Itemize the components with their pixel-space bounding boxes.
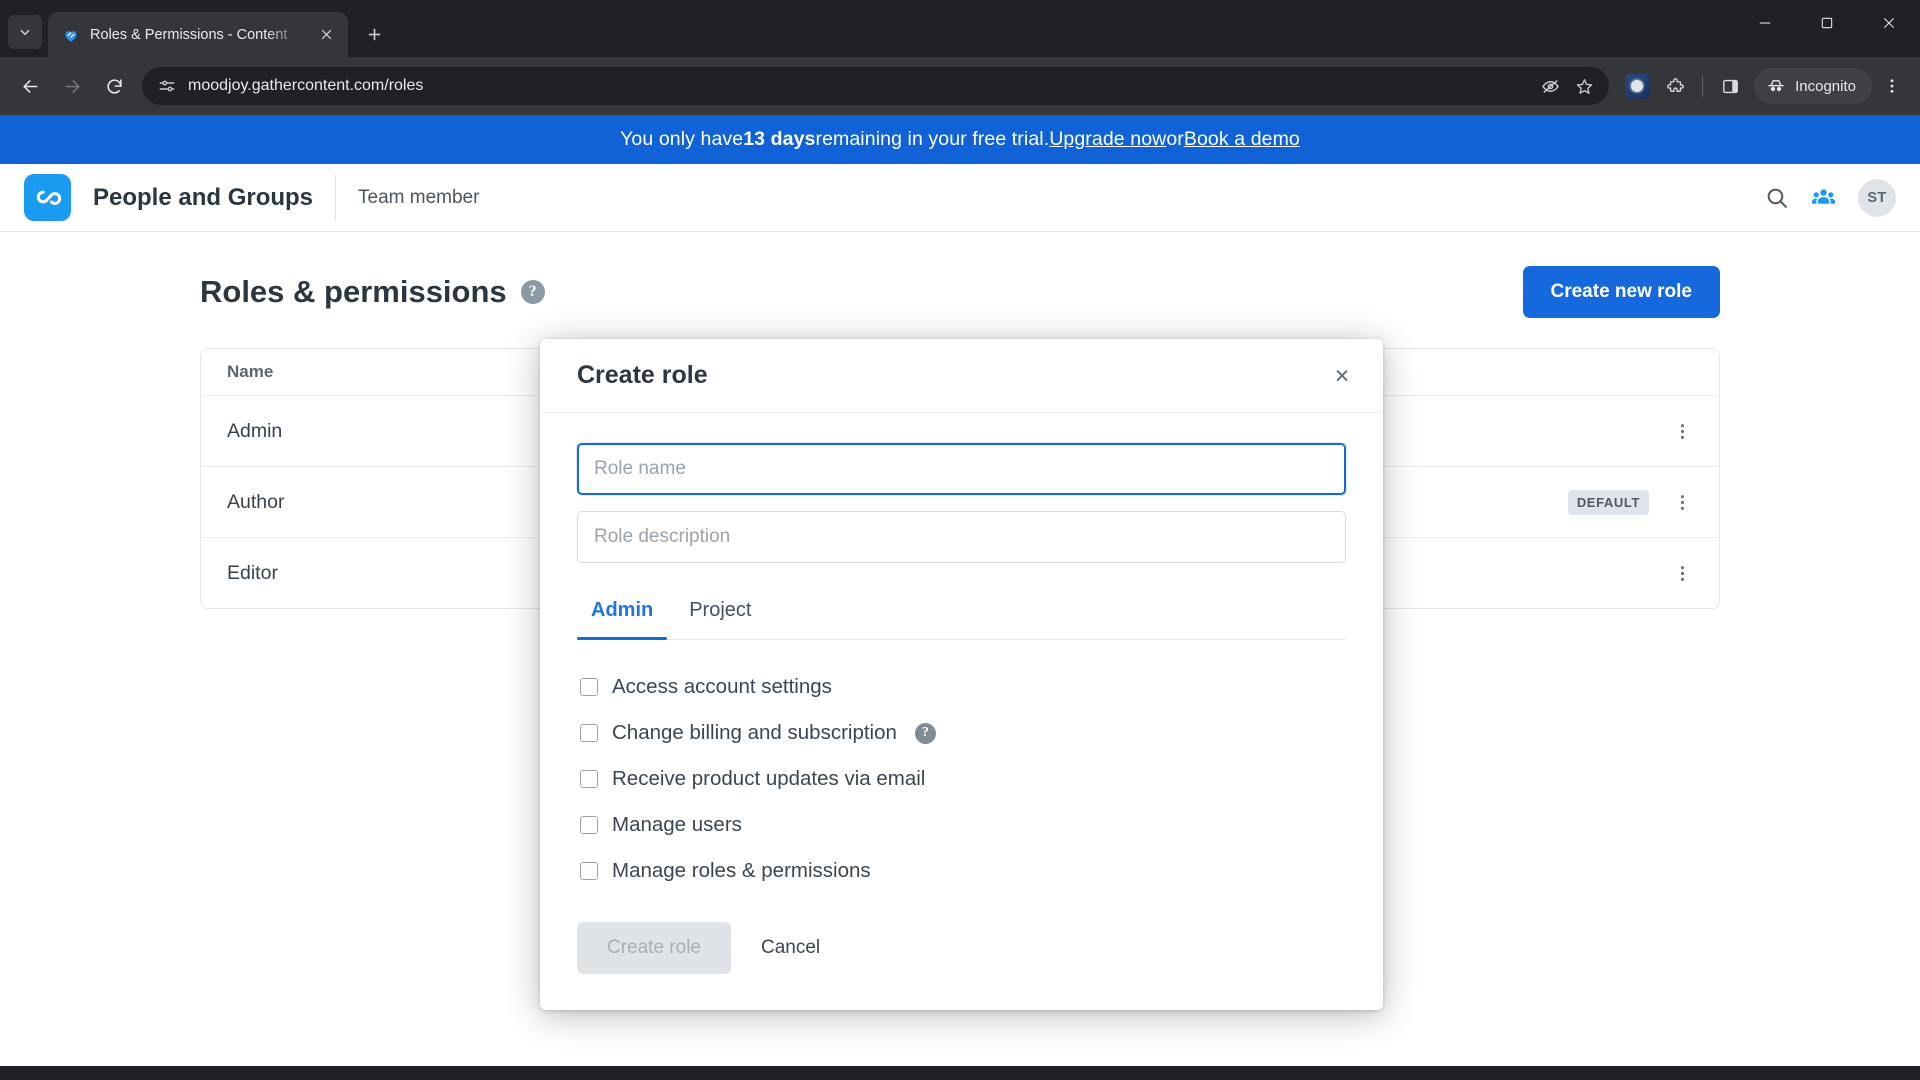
modal-footer: Create role Cancel (540, 908, 1383, 1010)
role-name-input[interactable] (577, 443, 1346, 495)
incognito-label: Incognito (1795, 77, 1856, 95)
tab-search-button[interactable] (8, 15, 42, 49)
permission-label: Access account settings (612, 675, 832, 698)
gathercontent-heart-icon (62, 26, 80, 44)
page-viewport: You only have 13 days remaining in your … (0, 115, 1920, 1080)
permissions-list: Access account settings Change billing a… (577, 640, 1346, 908)
eye-off-icon (1541, 79, 1559, 93)
modal-header: Create role × (540, 339, 1383, 413)
permission-row[interactable]: Change billing and subscription ? (577, 710, 1346, 756)
extension-badge-icon (1624, 73, 1650, 99)
maximize-icon (1821, 17, 1833, 28)
create-role-modal: Create role × Admin Project Access accou… (540, 339, 1383, 1010)
checkbox-manage-users[interactable] (580, 816, 598, 834)
incognito-indicator[interactable]: Incognito (1754, 68, 1872, 104)
modal-title: Create role (577, 361, 708, 389)
minimize-icon (1759, 21, 1771, 24)
browser-window: Roles & Permissions - Content moodjoy.ga… (0, 0, 1920, 1080)
arrow-right-icon (64, 79, 80, 93)
plus-icon (368, 28, 380, 40)
url-text: moodjoy.gathercontent.com/roles (188, 77, 424, 94)
checkbox-change-billing-and-subscription[interactable] (580, 724, 598, 742)
close-icon (321, 29, 331, 40)
forward-button[interactable] (52, 66, 92, 106)
back-button[interactable] (10, 66, 50, 106)
extensions-button[interactable] (1657, 68, 1693, 104)
tab-strip: Roles & Permissions - Content (0, 0, 1920, 57)
browser-toolbar: moodjoy.gathercontent.com/roles Incognit… (0, 57, 1920, 115)
cancel-button[interactable]: Cancel (747, 922, 834, 974)
checkbox-manage-roles-and-permissions[interactable] (580, 862, 598, 880)
permission-row[interactable]: Manage users (577, 802, 1346, 848)
checkbox-access-account-settings[interactable] (580, 678, 598, 696)
tracking-protection-button[interactable] (1539, 75, 1561, 97)
submit-create-role-button[interactable]: Create role (577, 922, 731, 974)
window-controls (1734, 0, 1920, 45)
star-icon (1576, 78, 1592, 94)
modal-tabs: Admin Project (577, 593, 1346, 640)
role-description-input[interactable] (577, 511, 1346, 563)
tab-project[interactable]: Project (675, 593, 765, 640)
extension-badge-button[interactable] (1619, 68, 1655, 104)
side-panel-button[interactable] (1712, 68, 1748, 104)
reload-icon (106, 78, 122, 94)
modal-close-button[interactable]: × (1325, 359, 1359, 393)
permission-row[interactable]: Receive product updates via email (577, 756, 1346, 802)
checkbox-receive-product-updates-via-email[interactable] (580, 770, 598, 788)
permission-label: Manage roles & permissions (612, 859, 871, 882)
permission-label: Manage users (612, 813, 742, 836)
maximize-button[interactable] (1796, 0, 1858, 45)
address-bar[interactable]: moodjoy.gathercontent.com/roles (142, 67, 1610, 105)
incognito-hat-icon (1768, 79, 1784, 92)
browser-tab[interactable]: Roles & Permissions - Content (48, 12, 348, 57)
bookmark-button[interactable] (1573, 75, 1595, 97)
toolbar-divider (1702, 75, 1704, 97)
close-icon (1883, 17, 1895, 28)
minimize-button[interactable] (1734, 0, 1796, 45)
permission-row[interactable]: Access account settings (577, 664, 1346, 710)
window-close-button[interactable] (1858, 0, 1920, 45)
tab-close-button[interactable] (314, 23, 338, 47)
permission-row[interactable]: Manage roles & permissions (577, 848, 1346, 894)
permission-label: Receive product updates via email (612, 767, 926, 790)
tab-title: Roles & Permissions - Content (90, 26, 288, 43)
tune-icon[interactable] (158, 77, 176, 95)
chrome-menu-button[interactable] (1874, 68, 1910, 104)
bottom-strip (0, 1066, 1920, 1080)
more-vertical-icon (1890, 79, 1894, 93)
chevron-down-icon (20, 29, 30, 36)
help-circle-icon[interactable]: ? (914, 722, 936, 744)
permission-label: Change billing and subscription (612, 721, 897, 744)
new-tab-button[interactable] (356, 16, 392, 52)
modal-body: Admin Project Access account settings Ch… (540, 413, 1383, 908)
side-panel-icon (1722, 79, 1738, 93)
puzzle-icon (1666, 77, 1684, 92)
reload-button[interactable] (94, 66, 134, 106)
arrow-left-icon (22, 79, 38, 93)
tab-admin[interactable]: Admin (577, 593, 668, 640)
